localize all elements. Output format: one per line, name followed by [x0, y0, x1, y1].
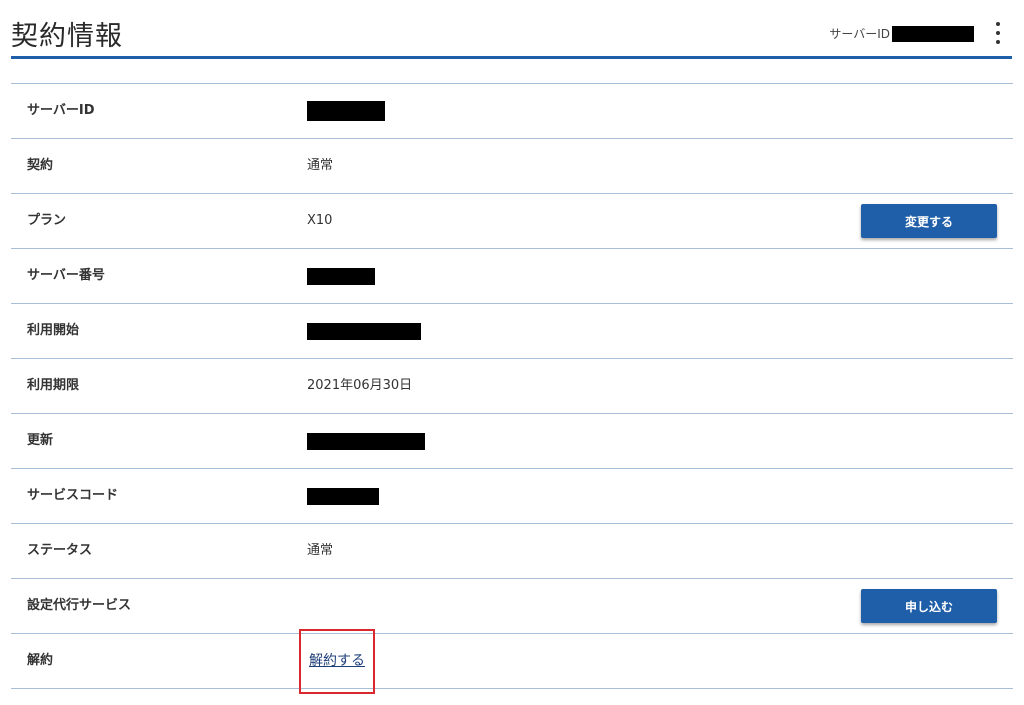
highlight-box: 解約する	[299, 628, 375, 694]
row-label: サーバーID	[27, 103, 95, 118]
row-label: サービスコード	[27, 488, 119, 503]
row-label: サーバー番号	[27, 268, 105, 283]
row-value	[307, 304, 421, 358]
redacted-value	[307, 322, 421, 340]
row-contract: 契約 通常	[11, 139, 1013, 194]
row-label: 利用期限	[27, 378, 80, 393]
header-server-id: サーバーID	[829, 25, 974, 42]
change-plan-button[interactable]: 変更する	[861, 204, 997, 238]
row-status: ステータス 通常	[11, 524, 1013, 579]
row-service-code: サービスコード	[11, 469, 1013, 524]
contract-info-table: サーバーID 契約 通常 プラン X10 変更する サーバー番号 利用開始 利用…	[11, 83, 1013, 694]
apply-button[interactable]: 申し込む	[861, 589, 997, 623]
row-value: 解約する	[299, 628, 375, 694]
redacted-value	[307, 432, 425, 450]
row-label: 解約	[27, 653, 54, 668]
row-value: 通常	[307, 543, 334, 558]
row-setup-service: 設定代行サービス 申し込む	[11, 579, 1013, 634]
header-divider	[11, 56, 1012, 59]
row-value	[307, 414, 425, 468]
redacted-value	[307, 101, 385, 121]
row-expiry-date: 利用期限 2021年06月30日	[11, 359, 1013, 414]
row-value: 2021年06月30日	[307, 378, 413, 393]
row-value	[307, 469, 379, 523]
server-id-label: サーバーID	[829, 27, 890, 41]
row-cancellation: 解約 解約する	[11, 628, 1013, 694]
redacted-server-id	[892, 25, 974, 42]
row-value	[307, 249, 375, 303]
row-renewal: 更新	[11, 414, 1013, 469]
page-title: 契約情報	[11, 21, 123, 52]
page-header: 契約情報 サーバーID	[0, 0, 1024, 59]
redacted-value	[307, 267, 375, 285]
row-server-id: サーバーID	[11, 84, 1013, 139]
row-server-number: サーバー番号	[11, 249, 1013, 304]
row-label: プラン	[27, 213, 67, 228]
row-start-date: 利用開始	[11, 304, 1013, 359]
row-label: 契約	[27, 158, 54, 173]
row-label: ステータス	[27, 543, 93, 558]
row-label: 設定代行サービス	[27, 598, 132, 613]
row-value: 通常	[307, 158, 334, 173]
row-label: 更新	[27, 433, 54, 448]
row-value: X10	[307, 213, 333, 228]
cancel-contract-link[interactable]: 解約する	[309, 653, 365, 669]
kebab-menu-icon[interactable]	[994, 22, 1002, 44]
redacted-value	[307, 487, 379, 505]
row-plan: プラン X10 変更する	[11, 194, 1013, 249]
row-value	[307, 84, 385, 138]
row-label: 利用開始	[27, 323, 80, 338]
